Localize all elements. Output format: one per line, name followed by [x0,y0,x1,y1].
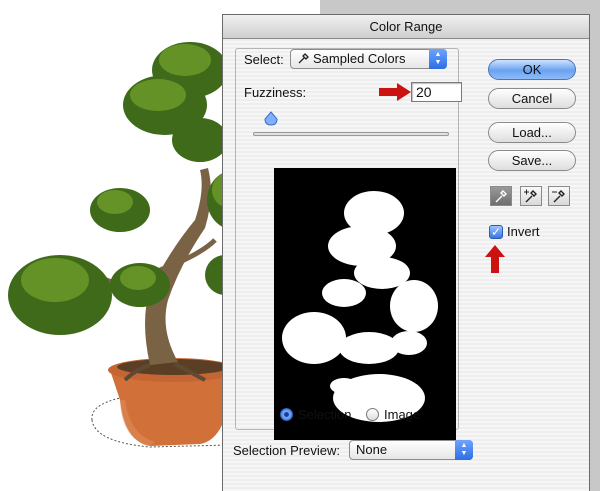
eyedropper-tool[interactable] [490,186,512,206]
eyedropper-plus-icon [524,189,537,203]
selection-preview-popup[interactable]: None ▲ ▼ [349,440,473,460]
selection-radio-label: Selection [298,407,352,422]
fuzziness-label: Fuzziness: [244,85,307,100]
dialog-title: Color Range [223,15,589,39]
eyedropper-minus-tool[interactable] [548,186,570,206]
selection-preview [274,168,456,440]
selection-mask [282,191,438,422]
eyedropper-icon [298,53,309,64]
invert-label: Invert [507,224,540,239]
popup-arrows-icon: ▲ ▼ [455,440,473,460]
save-button[interactable]: Save... [488,150,576,171]
popup-arrows-icon: ▲ ▼ [429,49,447,69]
load-button[interactable]: Load... [488,122,576,143]
eyedropper-icon [495,190,507,203]
selection-preview-label: Selection Preview: [233,443,340,458]
annotation-arrow-up-icon [485,245,505,273]
image-radio-label: Image [384,407,421,422]
eyedropper-minus-icon [552,190,565,203]
selection-groupbox [235,48,459,440]
color-range-dialog: Color Range Select: Sampled Colors ▲ ▼ F… [222,14,590,491]
invert-checkbox[interactable]: ✓ [489,225,503,239]
fuzziness-slider-track[interactable] [253,132,449,136]
selection-preview-value: None [356,442,388,457]
annotation-arrow-right-icon [379,83,411,101]
image-radio[interactable] [366,408,379,421]
selection-radio[interactable] [280,408,293,421]
fuzziness-slider-thumb[interactable] [264,111,278,127]
select-label: Select: [244,52,284,67]
ok-button[interactable]: OK [488,59,576,80]
cancel-button[interactable]: Cancel [488,88,576,109]
eyedropper-plus-tool[interactable] [520,186,542,206]
fuzziness-input[interactable]: 20 [411,82,462,102]
select-popup[interactable]: Sampled Colors ▲ ▼ [290,49,447,69]
select-value: Sampled Colors [313,51,406,66]
